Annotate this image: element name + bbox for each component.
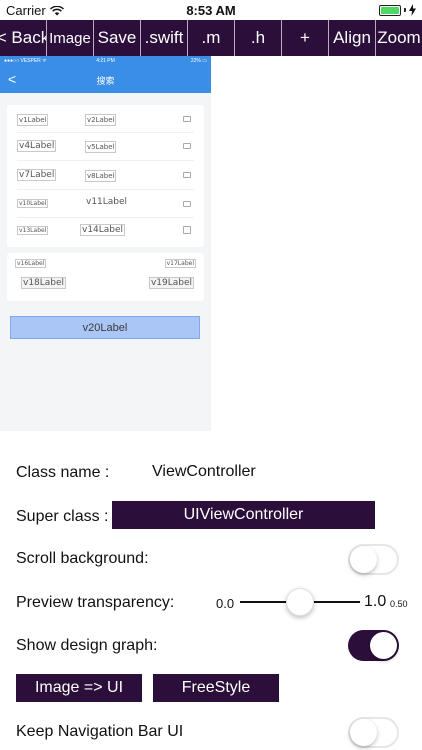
- v17-label[interactable]: v17Label: [164, 259, 196, 268]
- v12-icon[interactable]: [183, 201, 191, 207]
- back-button[interactable]: < Back: [0, 20, 47, 56]
- v11-label[interactable]: v11Label: [85, 197, 128, 207]
- v18-label[interactable]: v18Label: [21, 277, 67, 289]
- preview-nav-bar: < 搜索: [0, 66, 211, 93]
- add-button[interactable]: +: [282, 20, 329, 56]
- v2-label[interactable]: v2Label: [85, 114, 117, 126]
- transparency-slider-thumb[interactable]: [286, 588, 314, 616]
- toggle-knob: [350, 546, 377, 573]
- zoom-button[interactable]: Zoom: [376, 20, 422, 56]
- v5-label[interactable]: v5Label: [85, 141, 117, 153]
- show-design-graph-toggle[interactable]: [348, 630, 399, 661]
- preview-status-battery: 22% ▭: [190, 58, 207, 64]
- preview-card-2: v16Label v17Label v18Label v19Label: [7, 253, 204, 301]
- swift-button[interactable]: .swift: [141, 20, 188, 56]
- transparency-max-label: 1.0: [364, 593, 387, 610]
- preview-status-bar: ●●●○○ VESPER ᯤ 4:21 PM 22% ▭: [0, 56, 211, 66]
- v3-icon[interactable]: [183, 116, 191, 122]
- v7-label[interactable]: v7Label: [17, 169, 57, 181]
- design-preview[interactable]: ●●●○○ VESPER ᯤ 4:21 PM 22% ▭ < 搜索 v1Labe…: [0, 56, 211, 431]
- transparency-value: 0.50: [390, 599, 408, 609]
- class-name-label: Class name :: [16, 464, 110, 481]
- v15-icon[interactable]: [183, 226, 191, 234]
- image-to-ui-button[interactable]: Image => UI: [16, 674, 142, 702]
- v14-label[interactable]: v14Label: [80, 224, 126, 236]
- status-bar: Carrier 8:53 AM: [0, 0, 422, 20]
- v16-label[interactable]: v16Label: [15, 259, 47, 268]
- v13-label[interactable]: v13Label: [17, 226, 49, 235]
- status-time: 8:53 AM: [186, 3, 236, 18]
- super-class-field[interactable]: UIViewController: [112, 501, 375, 529]
- m-file-button[interactable]: .m: [188, 20, 235, 56]
- v10-label[interactable]: v10Label: [17, 199, 49, 208]
- transparency-min-label: 0.0: [216, 596, 235, 611]
- v19-label[interactable]: v19Label: [148, 277, 194, 289]
- scroll-background-label: Scroll background:: [16, 550, 149, 567]
- image-button[interactable]: Image: [47, 20, 94, 56]
- show-design-graph-label: Show design graph:: [16, 637, 158, 654]
- preview-nav-title: 搜索: [96, 76, 115, 86]
- align-button[interactable]: Align: [329, 20, 376, 56]
- charging-icon: [409, 4, 416, 16]
- v8-label[interactable]: v8Label: [85, 170, 117, 182]
- toolbar: < Back Image Save .swift .m .h + Align Z…: [0, 20, 422, 56]
- v9-icon[interactable]: [183, 172, 191, 178]
- class-name-value[interactable]: ViewController: [152, 463, 256, 481]
- v6-icon[interactable]: [183, 143, 191, 149]
- battery-icon: [379, 4, 416, 16]
- preview-status-time: 4:21 PM: [96, 58, 115, 64]
- v20-label[interactable]: v20Label: [10, 316, 200, 339]
- h-file-button[interactable]: .h: [235, 20, 282, 56]
- keep-nav-bar-label: Keep Navigation Bar UI: [16, 723, 184, 740]
- scroll-background-toggle[interactable]: [348, 544, 399, 575]
- super-class-label: Super class :: [16, 508, 109, 525]
- v4-label[interactable]: v4Label: [17, 140, 57, 152]
- save-button[interactable]: Save: [94, 20, 141, 56]
- toggle-knob: [350, 719, 377, 746]
- preview-transparency-label: Preview transparency:: [16, 594, 175, 611]
- preview-card-1: v1Label v2Label v4Label v5Label v7Label …: [7, 105, 204, 247]
- preview-screen: ●●●○○ VESPER ᯤ 4:21 PM 22% ▭ < 搜索 v1Labe…: [0, 56, 211, 431]
- freestyle-button[interactable]: FreeStyle: [153, 674, 279, 702]
- toggle-knob: [370, 632, 397, 659]
- v1-label[interactable]: v1Label: [17, 114, 49, 126]
- keep-nav-bar-toggle[interactable]: [348, 717, 399, 748]
